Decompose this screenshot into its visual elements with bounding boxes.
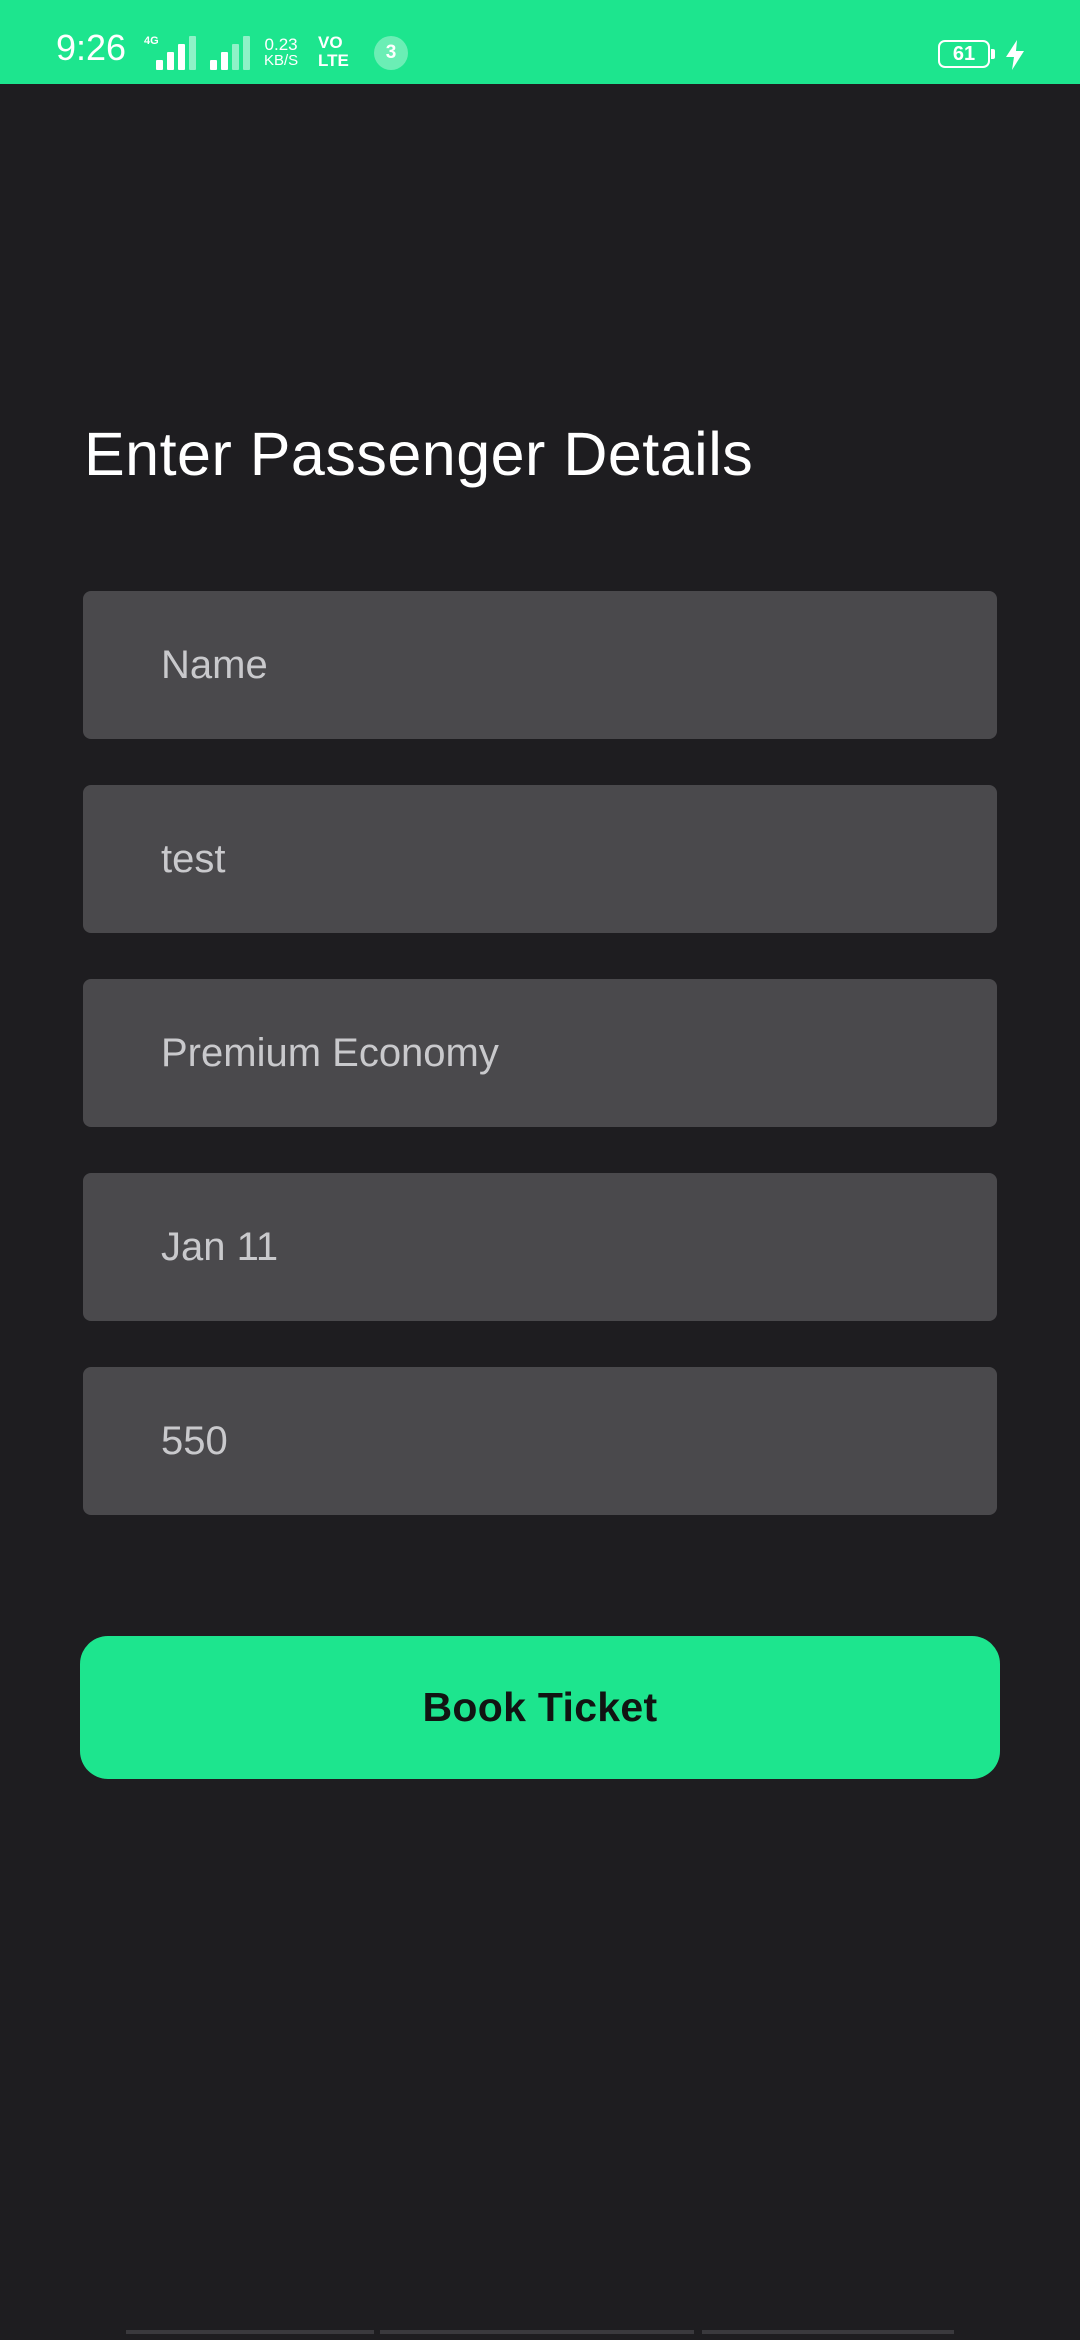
charging-bolt-icon [1006,40,1024,70]
signal-strength-sim2-icon [210,36,250,70]
bottom-nav-segment [380,2330,694,2334]
date-input[interactable]: Jan 11 [83,1173,997,1321]
page-title: Enter Passenger Details [84,420,754,488]
date-input-text: Jan 11 [161,1224,279,1269]
data-speed: 0.23 KB/S [264,36,298,69]
volte-top-label: VO [318,33,343,52]
data-speed-unit: KB/S [264,52,299,69]
class-input-text: Premium Economy [161,1030,499,1075]
price-input-text: 550 [161,1418,228,1463]
name-input-text: Name [161,642,268,687]
passenger-input[interactable]: test [83,785,997,933]
notification-count-badge: 3 [374,36,408,70]
bottom-nav-hint [126,2330,954,2334]
bottom-nav-segment [702,2330,954,2334]
signal-strength-icon [156,36,196,70]
battery-tip [991,49,995,59]
volte-bottom-label: LTE [318,51,349,70]
price-input[interactable]: 550 [83,1367,997,1515]
book-ticket-button[interactable]: Book Ticket [80,1636,1000,1779]
volte-indicator: VO LTE [318,34,349,70]
status-bar: 9:26 4G 0.23 KB/S VO LTE 3 61 [0,0,1080,84]
passenger-input-text: test [161,836,226,881]
name-input[interactable]: Name [83,591,997,739]
battery-level: 61 [952,43,976,65]
battery-icon: 61 [938,40,990,68]
book-ticket-label: Book Ticket [422,1684,658,1730]
class-input[interactable]: Premium Economy [83,979,997,1127]
status-time: 9:26 [56,27,127,68]
bottom-nav-segment [126,2330,374,2334]
